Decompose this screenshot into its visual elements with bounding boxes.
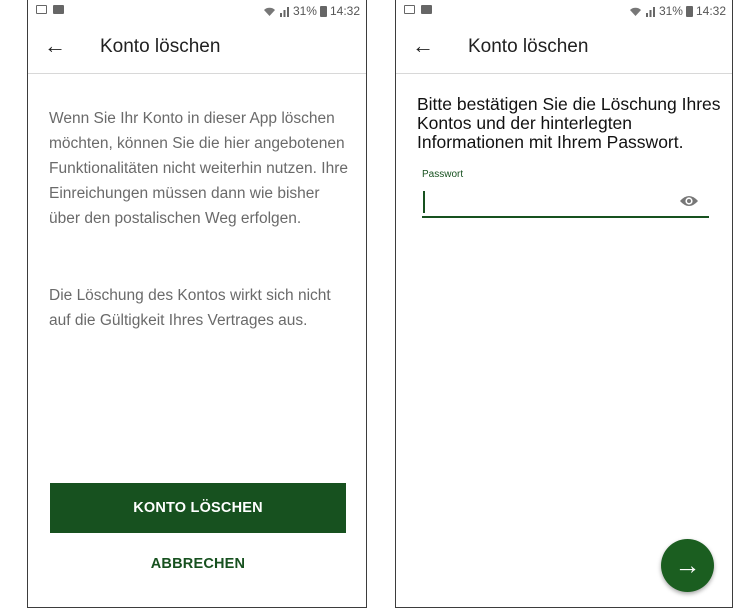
clock: 14:32 [329,4,360,18]
app-bar: ← Konto löschen [396,22,732,74]
status-bar: 31% 14:32 [28,0,366,22]
phone-screen-delete-info: 31% 14:32 ← Konto löschen Wenn Sie Ihr K… [27,0,367,608]
signal-icon [279,6,289,17]
delete-info-paragraph: Wenn Sie Ihr Konto in dieser App löschen… [49,110,348,227]
battery-percent: 31% [658,4,683,18]
wifi-icon [263,7,275,16]
show-password-eye-icon[interactable] [679,194,699,208]
cancel-button[interactable]: ABBRECHEN [50,556,346,572]
back-arrow-icon[interactable]: ← [412,34,434,58]
signal-icon [645,6,655,17]
message-notification-icon [421,5,432,14]
confirm-instruction: Bitte bestätigen Sie die Löschung Ihres … [417,94,721,152]
delete-account-button[interactable]: KONTO LÖSCHEN [50,483,346,533]
gallery-notification-icon [404,5,415,14]
next-button[interactable]: → [661,539,714,592]
page-title: Konto löschen [468,36,589,57]
battery-icon [685,5,693,17]
gallery-notification-icon [36,5,47,14]
status-bar: 31% 14:32 [396,0,732,22]
wifi-icon [629,7,641,16]
battery-percent: 31% [292,4,317,18]
clock: 14:32 [695,4,726,18]
contract-info-paragraph: Die Löschung des Kontos wirkt sich nicht… [49,287,331,329]
password-field[interactable] [422,186,709,218]
password-label: Passwort [422,169,464,180]
page-title: Konto löschen [100,36,221,57]
text-cursor [423,191,425,213]
arrow-right-icon: → [674,550,701,580]
phone-screen-confirm-password: 31% 14:32 ← Konto löschen Bitte bestätig… [395,0,733,608]
message-notification-icon [53,5,64,14]
battery-icon [319,5,327,17]
app-bar: ← Konto löschen [28,22,366,74]
back-arrow-icon[interactable]: ← [44,34,66,58]
